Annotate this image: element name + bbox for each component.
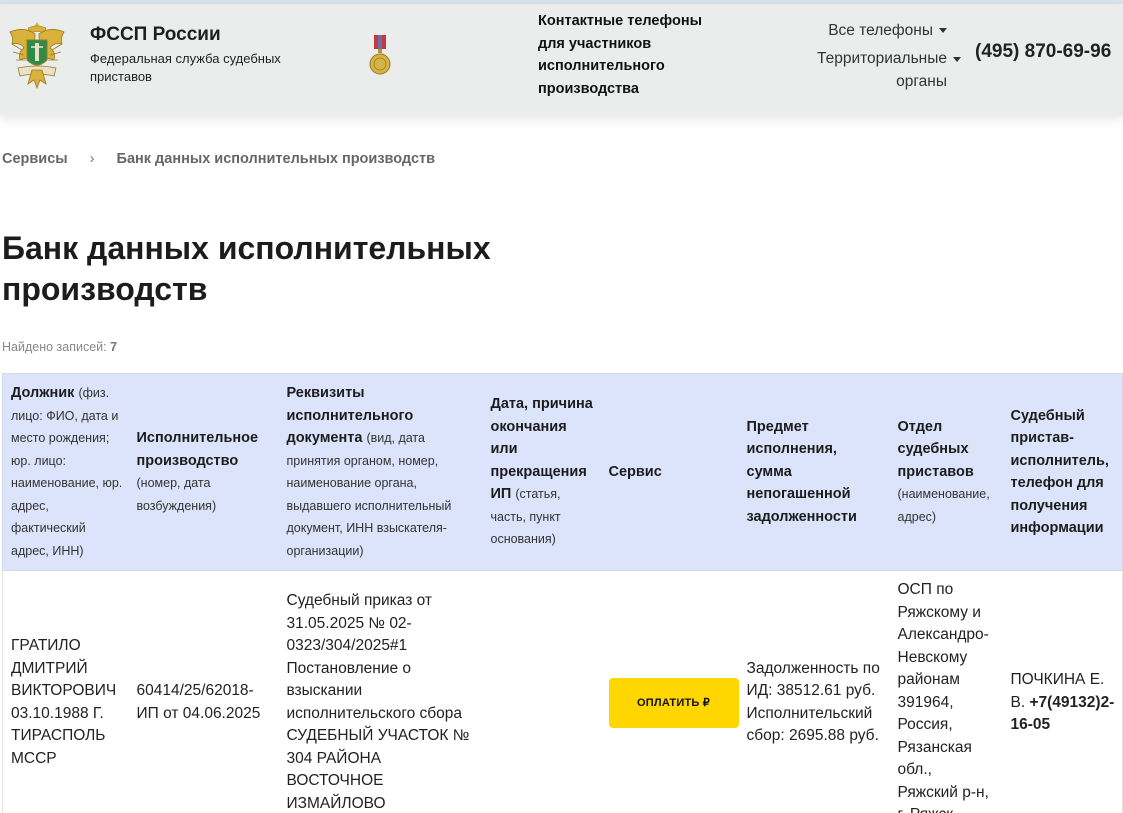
org-subtitle: Федеральная служба судебных приставов <box>90 50 310 86</box>
col-bailiff: Судебный пристав-исполнитель, телефон дл… <box>1003 374 1123 571</box>
records-found-label: Найдено записей: <box>2 340 107 354</box>
territorial-dropdown[interactable]: Территориальные органы <box>787 47 947 93</box>
col-hint: (наименование, адрес) <box>898 487 990 524</box>
col-service: Сервис <box>601 374 739 571</box>
col-debtor: Должник (физ. лицо: ФИО, дата и место ро… <box>3 374 129 571</box>
bailiff-phone[interactable]: +7(49132)2-16-05 <box>1011 694 1115 734</box>
col-department: Отдел судебных приставов (наименование, … <box>890 374 1003 571</box>
results-table: Должник (физ. лицо: ФИО, дата и место ро… <box>2 373 1123 813</box>
cell-document: Судебный приказ от 31.05.2025 № 02-0323/… <box>279 571 483 813</box>
caret-down-icon <box>953 57 961 62</box>
cell-bailiff: ПОЧКИНА Е. В. +7(49132)2-16-05 <box>1003 571 1123 813</box>
results-table-wrapper: Должник (физ. лицо: ФИО, дата и место ро… <box>2 373 1123 813</box>
col-document: Реквизиты исполнительного документа (вид… <box>279 374 483 571</box>
site-header: ФССП России Федеральная служба судебных … <box>0 4 1123 115</box>
all-phones-label: Все телефоны <box>828 22 933 39</box>
org-name[interactable]: ФССП России <box>90 24 221 46</box>
col-title: Должник <box>11 385 74 401</box>
territorial-label: Территориальные органы <box>817 50 947 90</box>
cell-department: ОСП по Ряжскому и Александро-Невскому ра… <box>890 571 1003 813</box>
breadcrumb-item-services[interactable]: Сервисы <box>2 151 68 167</box>
col-title: Предмет исполнения, сумма непогашенной з… <box>747 419 857 525</box>
col-title: Судебный пристав-исполнитель, телефон дл… <box>1011 408 1109 537</box>
cell-proceeding: 60414/25/62018-ИП от 04.06.2025 <box>129 571 279 813</box>
cell-service: ОПЛАТИТЬ ₽ <box>601 571 739 813</box>
breadcrumb-item-current: Банк данных исполнительных производств <box>117 151 436 167</box>
col-proceeding: Исполнительное производство (номер, дата… <box>129 374 279 571</box>
header-phone[interactable]: (495) 870-69-96 <box>975 41 1111 63</box>
cell-end-date <box>483 571 601 813</box>
col-hint: (вид, дата принятия органом, номер, наим… <box>287 431 452 558</box>
records-found: Найдено записей: 7 <box>2 340 117 354</box>
cell-subject: Задолженность по ИД: 38512.61 руб. Испол… <box>739 571 890 813</box>
pay-button[interactable]: ОПЛАТИТЬ ₽ <box>609 678 739 728</box>
col-hint: (номер, дата возбуждения) <box>137 476 217 513</box>
col-subject: Предмет исполнения, сумма непогашенной з… <box>739 374 890 571</box>
page-title: Банк данных исполнительных производств <box>2 228 602 310</box>
breadcrumb-separator-icon: › <box>90 151 95 167</box>
caret-down-icon <box>939 28 947 33</box>
contacts-link[interactable]: Контактные телефоны для участников испол… <box>538 10 728 100</box>
col-title: Сервис <box>609 464 662 480</box>
records-found-count: 7 <box>110 340 117 354</box>
cell-debtor: ГРАТИЛО ДМИТРИЙ ВИКТОРОВИЧ 03.10.1988 Г.… <box>3 571 129 813</box>
col-title: Отдел судебных приставов <box>898 419 974 480</box>
col-hint: (физ. лицо: ФИО, дата и место рождения; … <box>11 386 122 558</box>
breadcrumb: Сервисы › Банк данных исполнительных произ… <box>2 151 435 167</box>
table-header-row: Должник (физ. лицо: ФИО, дата и место ро… <box>3 374 1123 571</box>
col-title: Исполнительное производство <box>137 430 259 469</box>
table-row: ГРАТИЛО ДМИТРИЙ ВИКТОРОВИЧ 03.10.1988 Г.… <box>3 571 1123 813</box>
fssp-emblem-icon[interactable] <box>4 18 70 90</box>
all-phones-dropdown[interactable]: Все телефоны <box>828 22 947 40</box>
col-end-date: Дата, причина окончания или прекращения … <box>483 374 601 571</box>
medal-icon <box>369 35 391 77</box>
